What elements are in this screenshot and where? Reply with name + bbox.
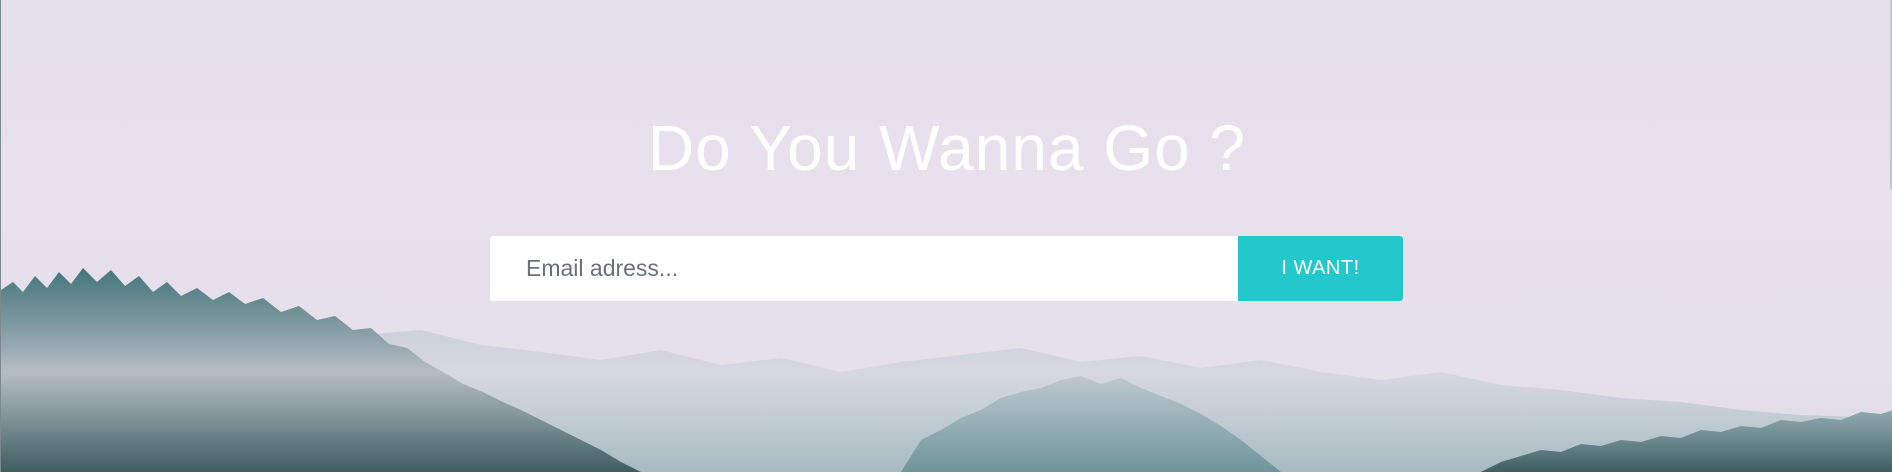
page-title: Do You Wanna Go ? <box>647 112 1247 184</box>
i-want-button[interactable]: I WANT! <box>1238 236 1403 301</box>
email-field[interactable] <box>490 236 1238 301</box>
hero-section: Do You Wanna Go ? I WANT! <box>0 0 1892 472</box>
email-signup-form: I WANT! <box>490 236 1403 301</box>
